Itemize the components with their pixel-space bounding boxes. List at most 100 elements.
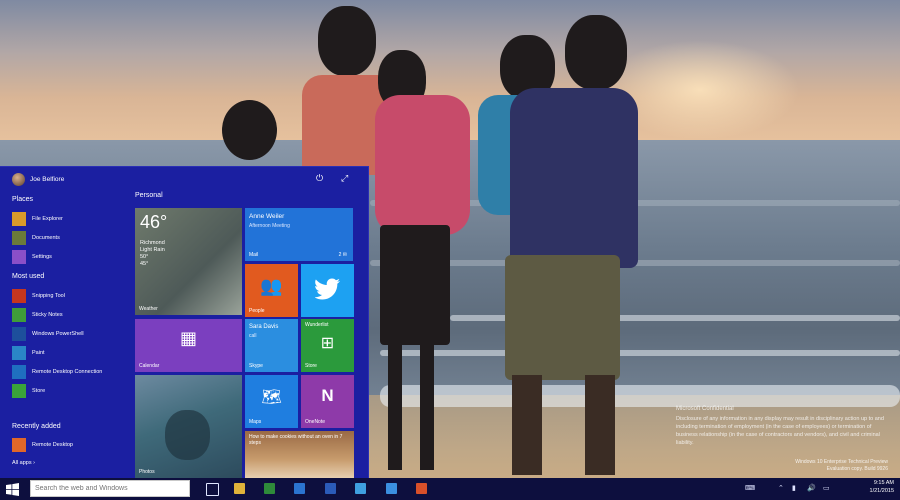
terminal-icon [12,327,26,341]
calendar-icon: ▦ [179,328,197,348]
calendar-tile[interactable]: ▦ Calendar [135,319,242,372]
most-used-item-sticky-notes[interactable]: Sticky Notes [12,308,63,322]
media-player-icon[interactable] [294,483,305,494]
file-explorer-icon[interactable] [234,483,245,494]
store-tile[interactable]: Wunderlist ⊞ Store [301,319,354,372]
menu-item-label: Documents [32,235,60,241]
documents-icon [12,231,26,245]
menu-item-label: Remote Desktop Connection [32,369,103,375]
excel-icon[interactable] [264,483,275,494]
sticky-note-icon [12,308,26,322]
tile-label: Mail [249,252,259,258]
skype-tile[interactable]: Sara Davis call Skype [245,319,298,372]
places-item-file-explorer[interactable]: File Explorer [12,212,63,226]
tile-label: Calendar [139,363,160,369]
people-tile[interactable]: 👥 People [245,264,298,317]
user-name: Joe Belfiore [30,176,65,183]
tile-label: Weather [139,306,158,312]
task-view-icon[interactable] [206,483,219,496]
mail-unread-count: 2 ✉ [338,252,347,258]
watermark-title: Microsoft Confidential [676,406,734,412]
news-tile[interactable]: How to make cookies without an oven in 7… [245,431,354,478]
taskbar-search-input[interactable] [30,480,190,497]
build-line: Windows 10 Enterprise Technical Preview [795,459,888,465]
places-item-documents[interactable]: Documents [12,231,60,245]
menu-item-label: Sticky Notes [32,312,63,318]
weather-low: 45° [140,261,149,267]
tile-label: People [249,308,265,314]
mail-tile[interactable]: Anne Weiler Afternoon Meeting Mail 2 ✉ [245,208,353,261]
avatar [12,173,25,186]
tile-label: Store [305,363,317,369]
wave [380,350,900,356]
chevron-up-icon[interactable]: ⌃ [778,484,784,492]
map-icon: 🗺 [261,389,282,406]
expand-icon[interactable]: ⤢ [341,173,348,184]
onenote-tile[interactable]: N OneNote [301,375,354,428]
personal-header: Personal [135,192,163,199]
network-icon[interactable]: ▮ [792,484,796,492]
twitter-bird-icon [315,278,340,300]
menu-item-label: Paint [32,350,45,356]
menu-item-label: Snipping Tool [32,293,65,299]
news-headline: How to make cookies without an oven in 7… [249,434,343,446]
menu-item-label: Settings [32,254,52,260]
maps-tile[interactable]: 🗺 Maps [245,375,298,428]
remote-desktop-icon [12,365,26,379]
tile-label: Photos [139,469,155,475]
mail-sender: Anne Weiler [249,213,285,220]
skype-status: call [249,333,257,339]
user-account[interactable]: Joe Belfiore [12,173,64,186]
clock-time: 9:15 AM [873,480,894,486]
photo-preview [165,410,210,460]
tile-label: Maps [249,419,262,425]
weather-temperature: 46° [140,212,168,232]
weather-details: Richmond Light Rain 50° 45° [140,240,165,268]
most-used-item-store[interactable]: Store [12,384,45,398]
tile-label: Skype [249,363,263,369]
most-used-header: Most used [12,273,45,280]
clock-date: 1/21/2015 [869,488,894,494]
weather-tile[interactable]: 46° Richmond Light Rain 50° 45° Weather [135,208,242,315]
power-icon[interactable]: ⏻ [316,173,323,184]
weather-city: Richmond [140,240,165,246]
keyboard-icon[interactable]: ⌨ [745,484,755,492]
most-used-item-powershell[interactable]: Windows PowerShell [12,327,84,341]
onenote-icon: N [321,386,334,405]
office-icon[interactable] [416,483,427,494]
watermark-body: Disclosure of any information in any dis… [676,416,884,446]
build-line: Evaluation copy. Build 9926 [826,466,888,472]
gear-icon [12,250,26,264]
taskbar-clock[interactable]: 9:15 AM 1/21/2015 [870,479,894,495]
notifications-icon[interactable]: ▭ [823,484,830,492]
people-icon: 👥 [260,276,283,296]
confidential-watermark: Microsoft Confidential Disclosure of any… [676,405,891,447]
store-icon[interactable] [355,483,366,494]
twitter-tile[interactable] [301,264,354,317]
foam [380,385,900,407]
menu-item-label: Windows PowerShell [32,331,84,337]
skype-contact: Sara Davis [249,324,279,330]
mail-icon[interactable] [386,483,397,494]
places-item-settings[interactable]: Settings [12,250,52,264]
most-used-item-remote-desktop-connection[interactable]: Remote Desktop Connection [12,365,102,379]
most-used-item-snipping-tool[interactable]: Snipping Tool [12,289,65,303]
places-header: Places [12,196,34,203]
recent-item-remote-desktop[interactable]: Remote Desktop [12,438,73,452]
store-bag-icon: ⊞ [320,335,335,352]
volume-icon[interactable]: 🔊 [807,484,816,492]
recently-added-header: Recently added [12,423,61,430]
paint-icon [12,346,26,360]
store-featured-app: Wunderlist [305,322,329,328]
word-icon[interactable] [325,483,336,494]
all-apps-link[interactable]: All apps › [12,460,35,466]
most-used-item-paint[interactable]: Paint [12,346,45,360]
menu-item-label: Store [32,388,46,394]
windows-start-icon[interactable] [6,483,19,496]
menu-item-label: Remote Desktop [32,442,73,448]
weather-conditions: Light Rain [140,247,165,253]
mail-subject: Afternoon Meeting [249,223,290,229]
menu-item-label: File Explorer [32,216,63,222]
folder-icon [12,212,26,226]
photos-tile[interactable]: Photos [135,375,242,478]
